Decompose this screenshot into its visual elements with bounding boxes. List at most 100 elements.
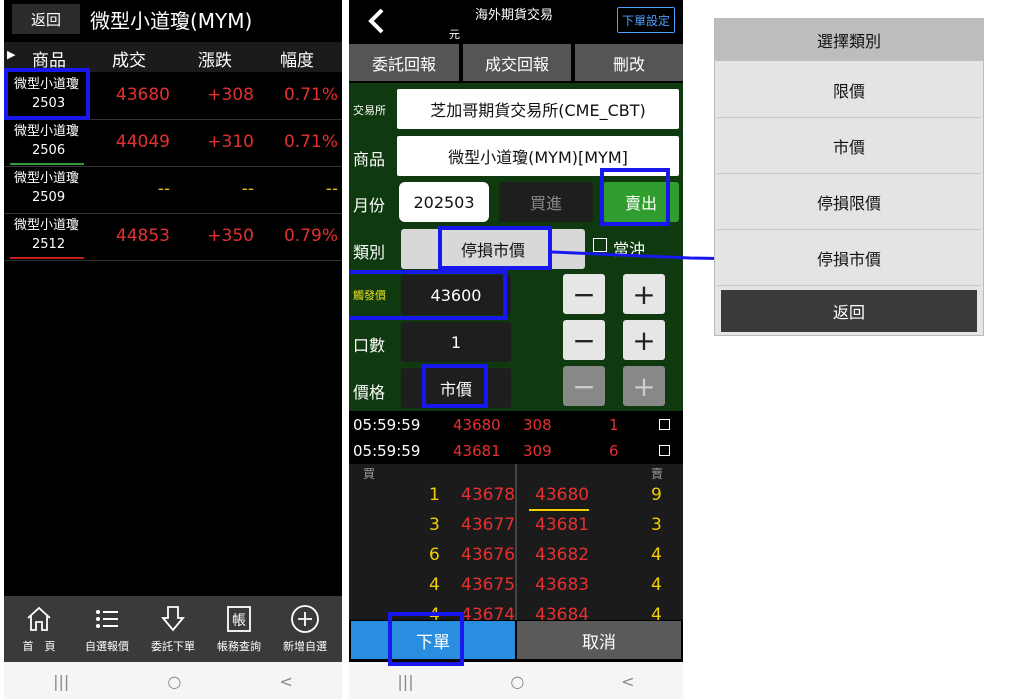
option-stop-limit[interactable]: 停損限價 <box>717 175 981 230</box>
ask-price: 43684 <box>535 605 590 620</box>
qty-field[interactable]: 1 <box>401 322 511 362</box>
highlight-box <box>388 612 464 666</box>
bid-price: 43678 <box>461 485 516 505</box>
dialog-back-button[interactable]: 返回 <box>721 290 977 332</box>
screen-title: 海外期貨交易 <box>475 8 554 23</box>
row-price: 43680 <box>115 85 170 105</box>
nav-home[interactable]: 首 頁 <box>6 600 72 662</box>
nav-watchlist-label: 自選報價 <box>85 640 129 653</box>
month-field[interactable]: 202503 <box>399 182 489 222</box>
row-percent: 0.71% <box>283 132 338 152</box>
list-icon <box>74 600 140 638</box>
book-buy-label: 買 <box>363 467 376 481</box>
qty-plus-button[interactable]: + <box>623 320 665 360</box>
price-plus-button[interactable]: + <box>623 366 665 406</box>
home-button-icon[interactable]: ○ <box>167 672 181 691</box>
expand-arrow-icon[interactable]: ▶ <box>7 48 15 61</box>
table-row[interactable]: 微型小道瓊 2509 -- -- -- <box>4 166 342 214</box>
buy-button[interactable]: 買進 <box>499 182 593 222</box>
book-row[interactable]: 3 43677 43681 3 <box>349 512 681 542</box>
bid-price: 43677 <box>461 515 516 535</box>
order-settings-label: 下單設定 <box>621 13 670 28</box>
quote-list-screen: 返回 微型小道瓊(MYM) ▶ 商品 成交 漲跌 幅度 微型小道瓊 2503 43… <box>4 0 342 699</box>
row-percent: -- <box>325 179 338 199</box>
row-indicator-bar <box>10 257 84 259</box>
ask-qty: 4 <box>651 575 662 595</box>
trigger-minus-button[interactable]: − <box>563 274 605 314</box>
tick-row: 05:59:59 43680 308 1 <box>349 413 681 439</box>
cancel-button[interactable]: 取消 <box>517 621 681 659</box>
exchange-field[interactable]: 芝加哥期貨交易所(CME_CBT) <box>397 89 679 129</box>
home-button-icon[interactable]: ○ <box>510 672 524 691</box>
row-product-month: 2512 <box>32 237 66 252</box>
table-row[interactable]: 微型小道瓊 2506 44049 +310 0.71% <box>4 119 342 167</box>
type-label: 類別 <box>353 243 386 262</box>
ask-qty: 3 <box>651 515 662 535</box>
daytrade-label: 當沖 <box>613 240 646 259</box>
tick-time: 05:59:59 <box>353 416 421 434</box>
row-product-month: 2509 <box>32 190 66 205</box>
highlight-box <box>422 364 488 408</box>
table-row[interactable]: 微型小道瓊 2512 44853 +350 0.79% <box>4 213 342 261</box>
cancel-label: 取消 <box>582 632 616 653</box>
bid-price: 43674 <box>461 605 516 620</box>
order-settings-button[interactable]: 下單設定 <box>617 7 675 33</box>
highlight-box <box>600 168 670 226</box>
tick-volume: 1 <box>609 416 619 434</box>
tab-order-report[interactable]: 委託回報 <box>349 44 459 81</box>
tab-fill-report[interactable]: 成交回報 <box>463 44 571 81</box>
qty-minus-button[interactable]: − <box>563 320 605 360</box>
nav-add-watch-label: 新增自選 <box>283 640 327 653</box>
row-product-name: 微型小道瓊 <box>14 171 80 186</box>
bid-price: 43676 <box>461 545 516 565</box>
book-row[interactable]: 4 43675 43683 4 <box>349 572 681 602</box>
nav-home-label: 首 頁 <box>22 640 56 653</box>
daytrade-checkbox[interactable] <box>593 238 607 252</box>
ask-qty: 4 <box>651 545 662 565</box>
tick-price: 43680 <box>453 416 501 434</box>
trigger-plus-button[interactable]: + <box>623 274 665 314</box>
qty-label: 口數 <box>353 336 386 355</box>
column-price: 成交 <box>112 51 146 71</box>
nav-account[interactable]: 帳 帳務查詢 <box>206 600 272 662</box>
bid-qty: 3 <box>429 515 440 535</box>
back-nav-icon[interactable]: < <box>279 672 292 691</box>
book-row[interactable]: 6 43676 43682 4 <box>349 542 681 572</box>
tick-volume: 6 <box>609 442 619 460</box>
nav-order[interactable]: 委託下單 <box>140 600 206 662</box>
svg-text:帳: 帳 <box>232 613 246 629</box>
option-market[interactable]: 市價 <box>717 119 981 174</box>
option-limit[interactable]: 限價 <box>717 63 981 118</box>
book-row[interactable]: 1 43678 43680 9 <box>349 482 681 512</box>
ask-qty: 9 <box>651 485 662 505</box>
tab-modify[interactable]: 刪改 <box>575 44 683 81</box>
currency-label: 元 <box>449 28 460 41</box>
bid-qty: 6 <box>429 545 440 565</box>
nav-watchlist[interactable]: 自選報價 <box>74 600 140 662</box>
dialog-title: 選擇類別 <box>715 19 983 61</box>
back-chevron-icon[interactable] <box>361 4 391 38</box>
tick-time: 05:59:59 <box>353 442 421 460</box>
row-price: 44049 <box>115 132 170 152</box>
back-button[interactable]: 返回 <box>12 4 80 34</box>
back-nav-icon[interactable]: < <box>621 672 634 691</box>
book-sell-label: 賣 <box>651 467 664 481</box>
dialog-title-text: 選擇類別 <box>816 32 881 51</box>
row-percent: 0.79% <box>283 226 338 246</box>
option-stop-market[interactable]: 停損市價 <box>717 231 981 286</box>
last-price-marker <box>529 509 589 511</box>
recent-apps-icon[interactable]: ||| <box>397 672 413 691</box>
dialog-back-label: 返回 <box>832 303 865 322</box>
recent-apps-icon[interactable]: ||| <box>53 672 69 691</box>
bid-qty: 1 <box>429 485 440 505</box>
row-percent: 0.71% <box>283 85 338 105</box>
tick-change: 308 <box>523 416 552 434</box>
nav-order-label: 委託下單 <box>151 640 195 653</box>
row-change: +310 <box>207 132 254 152</box>
ask-price: 43683 <box>535 575 590 595</box>
highlight-box <box>4 68 90 120</box>
nav-add-watch[interactable]: 新增自選 <box>272 600 338 662</box>
row-product-name: 微型小道瓊 <box>14 218 80 233</box>
price-minus-button[interactable]: − <box>563 366 605 406</box>
highlight-box <box>438 226 552 270</box>
